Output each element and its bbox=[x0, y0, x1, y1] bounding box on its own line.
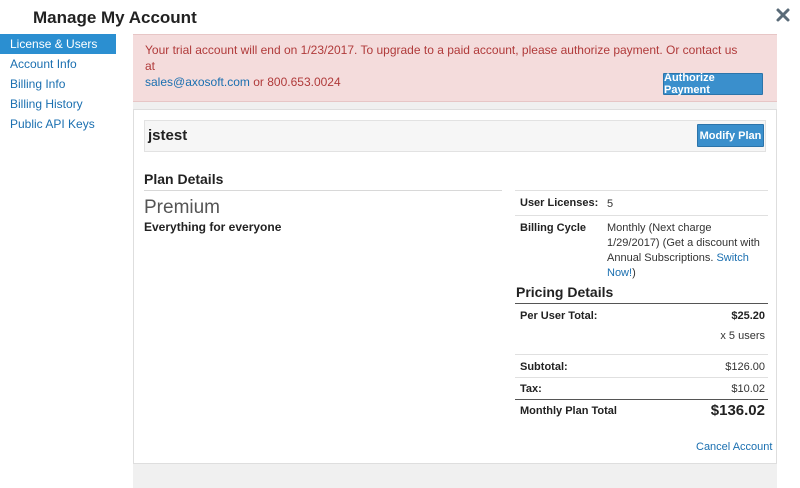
trial-alert: Your trial account will end on 1/23/2017… bbox=[133, 34, 777, 102]
tax-value: $10.02 bbox=[731, 383, 765, 395]
subtotal-label: Subtotal: bbox=[520, 361, 568, 373]
total-value: $136.02 bbox=[710, 402, 765, 419]
account-name: jstest bbox=[148, 127, 188, 144]
plan-divider bbox=[144, 190, 502, 191]
user-licenses-label: User Licenses: bbox=[520, 197, 599, 209]
subtotal-row: Subtotal: $126.00 bbox=[515, 354, 768, 377]
cancel-account-link[interactable]: Cancel Account bbox=[696, 441, 772, 453]
trial-alert-message: Your trial account will end on 1/23/2017… bbox=[145, 43, 738, 73]
close-icon[interactable] bbox=[775, 7, 791, 23]
sales-phone: 800.653.0024 bbox=[267, 75, 341, 89]
plan-details-heading: Plan Details bbox=[144, 171, 224, 187]
sidebar-item-license-users[interactable]: License & Users bbox=[0, 34, 116, 54]
authorize-payment-button[interactable]: Authorize Payment bbox=[663, 72, 763, 96]
pricing-details-heading: Pricing Details bbox=[516, 284, 614, 300]
sidebar-nav: License & Users Account Info Billing Inf… bbox=[0, 34, 116, 134]
sidebar-item-billing-history[interactable]: Billing History bbox=[0, 94, 116, 114]
plan-name: Premium bbox=[144, 197, 221, 218]
sidebar-item-account-info[interactable]: Account Info bbox=[0, 54, 116, 74]
sidebar-item-public-api-keys[interactable]: Public API Keys bbox=[0, 114, 116, 134]
subtotal-value: $126.00 bbox=[725, 361, 765, 373]
billing-cycle-tail: ) bbox=[632, 267, 636, 279]
trial-alert-text: Your trial account will end on 1/23/2017… bbox=[145, 42, 745, 90]
modify-plan-button[interactable]: Modify Plan bbox=[697, 124, 764, 147]
billing-cycle-label: Billing Cycle bbox=[520, 222, 587, 234]
alert-or-text: or bbox=[249, 75, 268, 89]
user-licenses-value: 5 bbox=[607, 198, 614, 210]
per-user-value: $25.20 bbox=[731, 310, 765, 322]
per-user-row: Per User Total: $25.20 x 5 users bbox=[515, 303, 768, 354]
billing-cycle-row: Billing Cycle Monthly (Next charge 1/29/… bbox=[515, 215, 768, 279]
plan-description: Everything for everyone bbox=[144, 220, 282, 234]
dialog-title: Manage My Account bbox=[33, 8, 197, 27]
dialog-header: Manage My Account bbox=[0, 0, 800, 34]
main-panel: Your trial account will end on 1/23/2017… bbox=[133, 34, 777, 488]
tax-row: Tax: $10.02 bbox=[515, 377, 768, 399]
total-row: Monthly Plan Total $136.02 bbox=[515, 399, 768, 425]
sales-email-link[interactable]: sales@axosoft.com bbox=[145, 75, 250, 89]
pricing-table: Per User Total: $25.20 x 5 users Subtota… bbox=[515, 303, 768, 425]
per-user-label: Per User Total: bbox=[520, 310, 598, 322]
plan-card: jstest Modify Plan Plan Details Premium … bbox=[133, 109, 777, 464]
user-licenses-row: User Licenses: 5 bbox=[515, 190, 768, 215]
sidebar-item-billing-info[interactable]: Billing Info bbox=[0, 74, 116, 94]
plan-info-table: User Licenses: 5 Billing Cycle Monthly (… bbox=[515, 190, 768, 279]
per-user-multiplier: x 5 users bbox=[720, 330, 765, 342]
account-bar: jstest Modify Plan bbox=[144, 120, 766, 152]
billing-cycle-value: Monthly (Next charge 1/29/2017) (Get a d… bbox=[607, 221, 767, 281]
total-label: Monthly Plan Total bbox=[520, 405, 617, 417]
tax-label: Tax: bbox=[520, 383, 542, 395]
